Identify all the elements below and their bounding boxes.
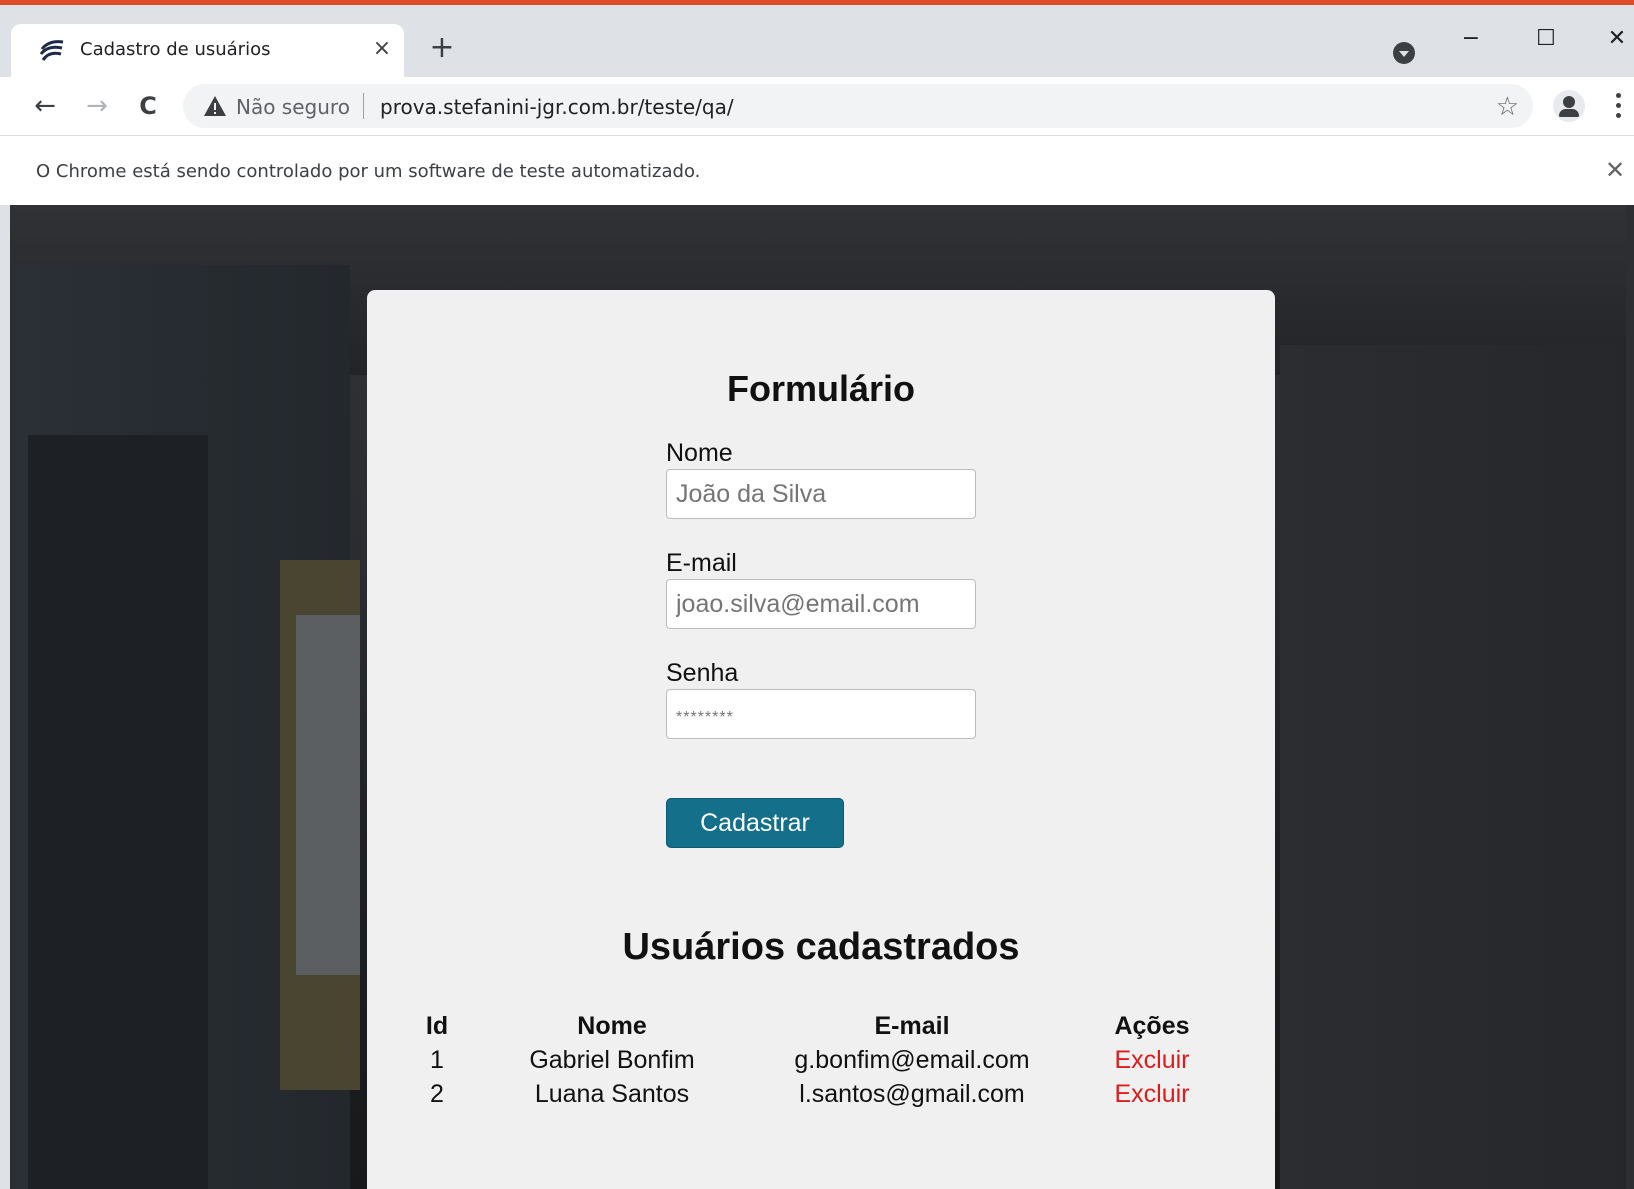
name-group: Nome xyxy=(666,438,976,519)
tab-strip: Cadastro de usuários × + − ☐ ✕ xyxy=(0,5,1634,77)
infobar-text: O Chrome está sendo controlado por um so… xyxy=(36,161,701,182)
omnibox-separator xyxy=(363,93,364,119)
password-label: Senha xyxy=(666,659,739,687)
browser-toolbar: ← → C Não seguro prova.stefanini-jgr.com… xyxy=(0,77,1634,135)
form-title: Formulário xyxy=(726,368,915,409)
delete-link[interactable]: Excluir xyxy=(1067,1080,1237,1109)
row-nome: Gabriel Bonfim xyxy=(529,1046,695,1074)
url-text[interactable]: prova.stefanini-jgr.com.br/teste/qa/ xyxy=(380,95,734,119)
row-id: 1 xyxy=(430,1046,444,1074)
header-acoes: Ações xyxy=(1114,1012,1190,1040)
header-nome: Nome xyxy=(577,1012,647,1040)
tab-title: Cadastro de usuários xyxy=(80,39,271,60)
row-email: g.bonfim@email.com xyxy=(794,1046,1030,1074)
forward-icon[interactable]: → xyxy=(77,86,117,126)
security-label[interactable]: Não seguro xyxy=(236,95,350,119)
delete-link[interactable]: Excluir xyxy=(1067,1046,1237,1075)
page-scrollbar[interactable] xyxy=(1626,205,1634,1189)
infobar-close-icon[interactable]: ✕ xyxy=(1605,156,1625,184)
kebab-menu-icon[interactable] xyxy=(1608,89,1628,123)
bookmark-star-icon[interactable]: ☆ xyxy=(1496,90,1519,122)
minimize-icon[interactable]: − xyxy=(1451,19,1491,59)
tab-close-icon[interactable]: × xyxy=(369,36,395,62)
email-input[interactable] xyxy=(666,579,976,629)
profile-avatar-icon[interactable] xyxy=(1553,90,1585,122)
header-email: E-mail xyxy=(874,1012,950,1040)
header-id: Id xyxy=(425,1012,449,1040)
password-group: Senha xyxy=(666,658,976,739)
background-screen xyxy=(296,615,360,975)
row-id: 2 xyxy=(430,1080,444,1108)
password-input[interactable] xyxy=(666,689,976,739)
browser-window: Cadastro de usuários × + − ☐ ✕ ← → C Não… xyxy=(0,5,1634,1189)
row-nome: Luana Santos xyxy=(534,1080,690,1108)
email-group: E-mail xyxy=(666,548,976,629)
users-title: Usuários cadastrados xyxy=(622,926,1020,968)
warning-triangle-icon xyxy=(204,96,226,116)
row-email: l.santos@gmail.com xyxy=(799,1080,1025,1108)
maximize-icon[interactable]: ☐ xyxy=(1526,19,1566,59)
automation-infobar: O Chrome está sendo controlado por um so… xyxy=(0,135,1634,205)
back-icon[interactable]: ← xyxy=(25,86,65,126)
new-tab-icon[interactable]: + xyxy=(427,33,457,63)
address-bar[interactable]: Não seguro prova.stefanini-jgr.com.br/te… xyxy=(183,84,1533,128)
cadastrar-button[interactable]: Cadastrar xyxy=(666,798,844,848)
window-close-icon[interactable]: ✕ xyxy=(1597,19,1634,59)
tab-search-icon[interactable] xyxy=(1393,42,1415,64)
background-right-wall xyxy=(1280,345,1634,1189)
tab-cadastro[interactable]: Cadastro de usuários × xyxy=(11,24,404,77)
stefanini-logo-icon xyxy=(39,40,64,61)
email-label: E-mail xyxy=(666,549,737,577)
page-viewport: Formulário Nome E-mail Senha Cadastrar U… xyxy=(10,205,1634,1189)
name-input[interactable] xyxy=(666,469,976,519)
reload-icon[interactable]: C xyxy=(128,86,168,126)
name-label: Nome xyxy=(666,439,733,467)
form-card: Formulário Nome E-mail Senha Cadastrar U… xyxy=(367,290,1275,1189)
background-panel xyxy=(28,435,208,1189)
